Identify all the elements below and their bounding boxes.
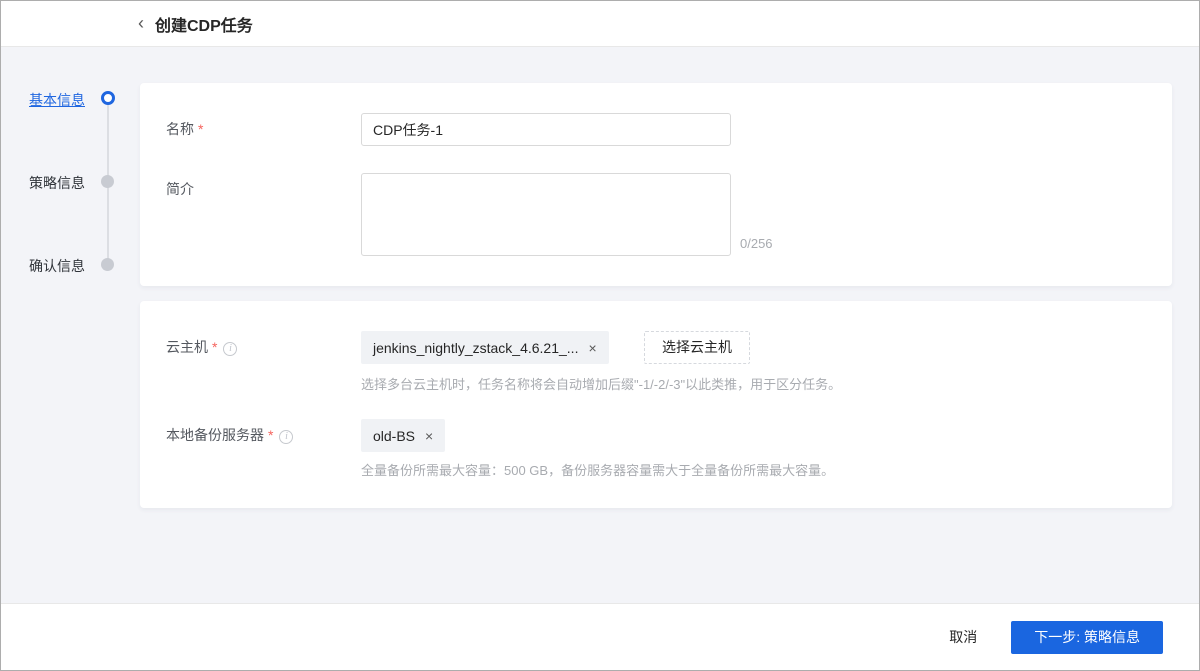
step-dot-icon: [101, 258, 114, 271]
backup-server-hint-text: 全量备份所需最大容量：500 GB，备份服务器容量需大于全量备份所需最大容量。: [361, 463, 835, 478]
step-policy-info[interactable]: 策略信息: [1, 173, 131, 191]
step-label[interactable]: 基本信息: [29, 90, 85, 110]
step-label[interactable]: 策略信息: [29, 173, 85, 193]
page-title: 创建CDP任务: [155, 17, 253, 35]
basic-info-panel: 名称* 简介 0/256: [140, 83, 1172, 286]
page-header: ‹ 创建CDP任务: [1, 1, 1199, 47]
backup-server-label-text: 本地备份服务器: [166, 427, 264, 443]
vm-tag: jenkins_nightly_zstack_4.6.21_... ×: [361, 331, 609, 364]
vm-hint-text: 选择多台云主机时，任务名称将会自动增加后缀"-1/-2/-3"以此类推，用于区分…: [361, 377, 842, 392]
required-mark: *: [268, 427, 274, 443]
vm-tag-close-icon[interactable]: ×: [588, 341, 596, 355]
vm-tag-label: jenkins_nightly_zstack_4.6.21_...: [373, 339, 579, 356]
info-icon[interactable]: i: [223, 342, 238, 356]
step-basic-info[interactable]: 基本信息: [1, 90, 131, 108]
description-label: 简介: [166, 173, 194, 206]
description-label-text: 简介: [166, 181, 194, 197]
back-icon[interactable]: ‹: [131, 1, 151, 47]
backup-server-tag: old-BS ×: [361, 419, 446, 452]
vm-label: 云主机 * i: [166, 331, 238, 364]
create-cdp-task-page: ‹ 创建CDP任务 基本信息 策略信息 确认信息 名称* 简介 0/256: [0, 0, 1200, 671]
info-icon[interactable]: i: [279, 430, 294, 444]
char-counter: 0/256: [740, 236, 773, 251]
backup-server-label: 本地备份服务器 * i: [166, 419, 294, 452]
step-label[interactable]: 确认信息: [29, 256, 85, 276]
footer-bar: 取消 下一步: 策略信息: [1, 603, 1199, 670]
vm-label-text: 云主机: [166, 339, 208, 355]
next-step-button[interactable]: 下一步: 策略信息: [1011, 620, 1163, 654]
step-active-circle-icon: [101, 91, 115, 105]
description-textarea[interactable]: [361, 173, 731, 256]
backup-server-tag-label: old-BS: [373, 427, 416, 444]
required-mark: *: [198, 121, 204, 137]
backup-server-tag-close-icon[interactable]: ×: [425, 429, 433, 443]
resource-panel: 云主机 * i jenkins_nightly_zstack_4.6.21_... …: [140, 301, 1172, 508]
name-input[interactable]: [361, 113, 731, 146]
required-mark: *: [212, 339, 218, 355]
name-label: 名称 *: [166, 113, 203, 146]
step-dot-icon: [101, 175, 114, 188]
select-vm-button[interactable]: 选择云主机: [644, 331, 750, 364]
name-label-text: 名称: [166, 121, 194, 137]
cancel-button[interactable]: 取消: [949, 627, 977, 647]
step-confirm-info[interactable]: 确认信息: [1, 256, 131, 274]
